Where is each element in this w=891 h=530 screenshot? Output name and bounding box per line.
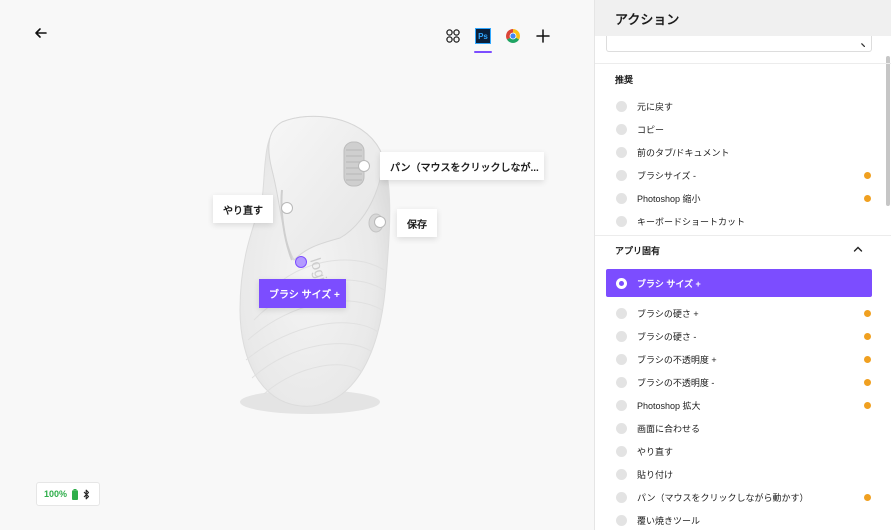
hotspot-back-button[interactable] (281, 202, 293, 214)
action-item[interactable]: ブラシサイズ - (606, 164, 872, 186)
radio-button[interactable] (616, 215, 627, 227)
action-item[interactable]: ブラシの不透明度 - (606, 371, 872, 393)
radio-button[interactable] (616, 353, 627, 365)
action-item[interactable]: 画面に合わせる (606, 417, 872, 439)
app-switcher: Ps (438, 24, 558, 53)
callout-redo[interactable]: やり直す (213, 195, 273, 223)
section-title-recommended: 推奨 (615, 75, 634, 85)
action-item[interactable]: 貼り付け (606, 463, 872, 485)
radio-button-checked[interactable] (616, 277, 627, 289)
action-item[interactable]: ブラシの硬さ + (606, 302, 872, 324)
warning-icon (864, 493, 871, 501)
back-button[interactable] (32, 24, 50, 42)
action-item[interactable]: 覆い焼きツール (606, 509, 872, 530)
search-icon (861, 43, 865, 47)
action-item[interactable]: Photoshop 拡大 (606, 394, 872, 416)
divider (595, 235, 891, 236)
warning-icon (864, 194, 871, 202)
warning-icon (864, 332, 871, 340)
warning-icon (864, 309, 871, 317)
hotspot-thumb-button[interactable] (295, 256, 307, 268)
action-item[interactable]: パン（マウスをクリックしながら動かす） (606, 486, 872, 508)
app-chrome[interactable] (498, 24, 528, 48)
apps-grid-icon (446, 29, 460, 43)
warning-icon (864, 401, 871, 409)
radio-button[interactable] (616, 376, 627, 388)
radio-button[interactable] (616, 146, 627, 158)
radio-button[interactable] (616, 100, 627, 112)
radio-button[interactable] (616, 192, 627, 204)
action-item[interactable]: ブラシの硬さ - (606, 325, 872, 347)
radio-button[interactable] (616, 399, 627, 411)
radio-button[interactable] (616, 445, 627, 457)
arrow-left-icon (35, 28, 47, 38)
panel-title: アクション (595, 0, 891, 36)
mouse-illustration: logi (222, 110, 392, 420)
bluetooth-icon (83, 489, 90, 499)
app-all-apps[interactable] (438, 24, 468, 48)
radio-button[interactable] (616, 169, 627, 181)
photoshop-icon: Ps (475, 28, 491, 44)
app-photoshop[interactable]: Ps (468, 24, 498, 53)
radio-button[interactable] (616, 468, 627, 480)
hotspot-top-button[interactable] (358, 160, 370, 172)
divider (595, 63, 891, 64)
warning-icon (864, 378, 871, 386)
radio-button[interactable] (616, 330, 627, 342)
warning-icon (864, 355, 871, 363)
radio-button[interactable] (616, 123, 627, 135)
callout-top-button[interactable]: パン（マウスをクリックしなが... (380, 152, 544, 180)
chrome-icon (506, 29, 520, 43)
vertical-mouse-image: logi (239, 115, 391, 414)
action-item[interactable]: キーボードショートカット (606, 210, 872, 232)
action-item[interactable]: 前のタブ/ドキュメント (606, 141, 872, 163)
search-input[interactable] (606, 36, 872, 52)
device-canvas: Ps logi パン（マウスをクリックしなが... やり直す 保存 ブラシ サイ… (0, 0, 594, 530)
battery-status: 100% (36, 482, 100, 506)
action-item[interactable]: やり直す (606, 440, 872, 462)
plus-icon (536, 29, 550, 43)
action-item-selected[interactable]: ブラシ サイズ + (606, 269, 872, 297)
battery-icon (72, 488, 79, 500)
add-app-button[interactable] (528, 24, 558, 48)
chevron-up-icon[interactable] (853, 245, 863, 253)
action-item[interactable]: Photoshop 縮小 (606, 187, 872, 209)
radio-button[interactable] (616, 307, 627, 319)
radio-button[interactable] (616, 491, 627, 503)
actions-panel: アクション 推奨 元に戻す コピー 前のタブ/ドキュメント ブラシサイズ - P… (594, 0, 891, 530)
action-item[interactable]: コピー (606, 118, 872, 140)
radio-button[interactable] (616, 514, 627, 526)
section-title-app-specific[interactable]: アプリ固有 (615, 244, 660, 257)
warning-icon (864, 171, 871, 179)
hotspot-gesture-button[interactable] (374, 216, 386, 228)
callout-assigned-action[interactable]: ブラシ サイズ + (259, 279, 346, 308)
panel-scrollbar[interactable] (886, 56, 890, 206)
battery-level-text: 100% (44, 489, 68, 499)
action-item[interactable]: ブラシの不透明度 + (606, 348, 872, 370)
action-item[interactable]: 元に戻す (606, 95, 872, 117)
callout-save[interactable]: 保存 (397, 209, 437, 237)
radio-button[interactable] (616, 422, 627, 434)
